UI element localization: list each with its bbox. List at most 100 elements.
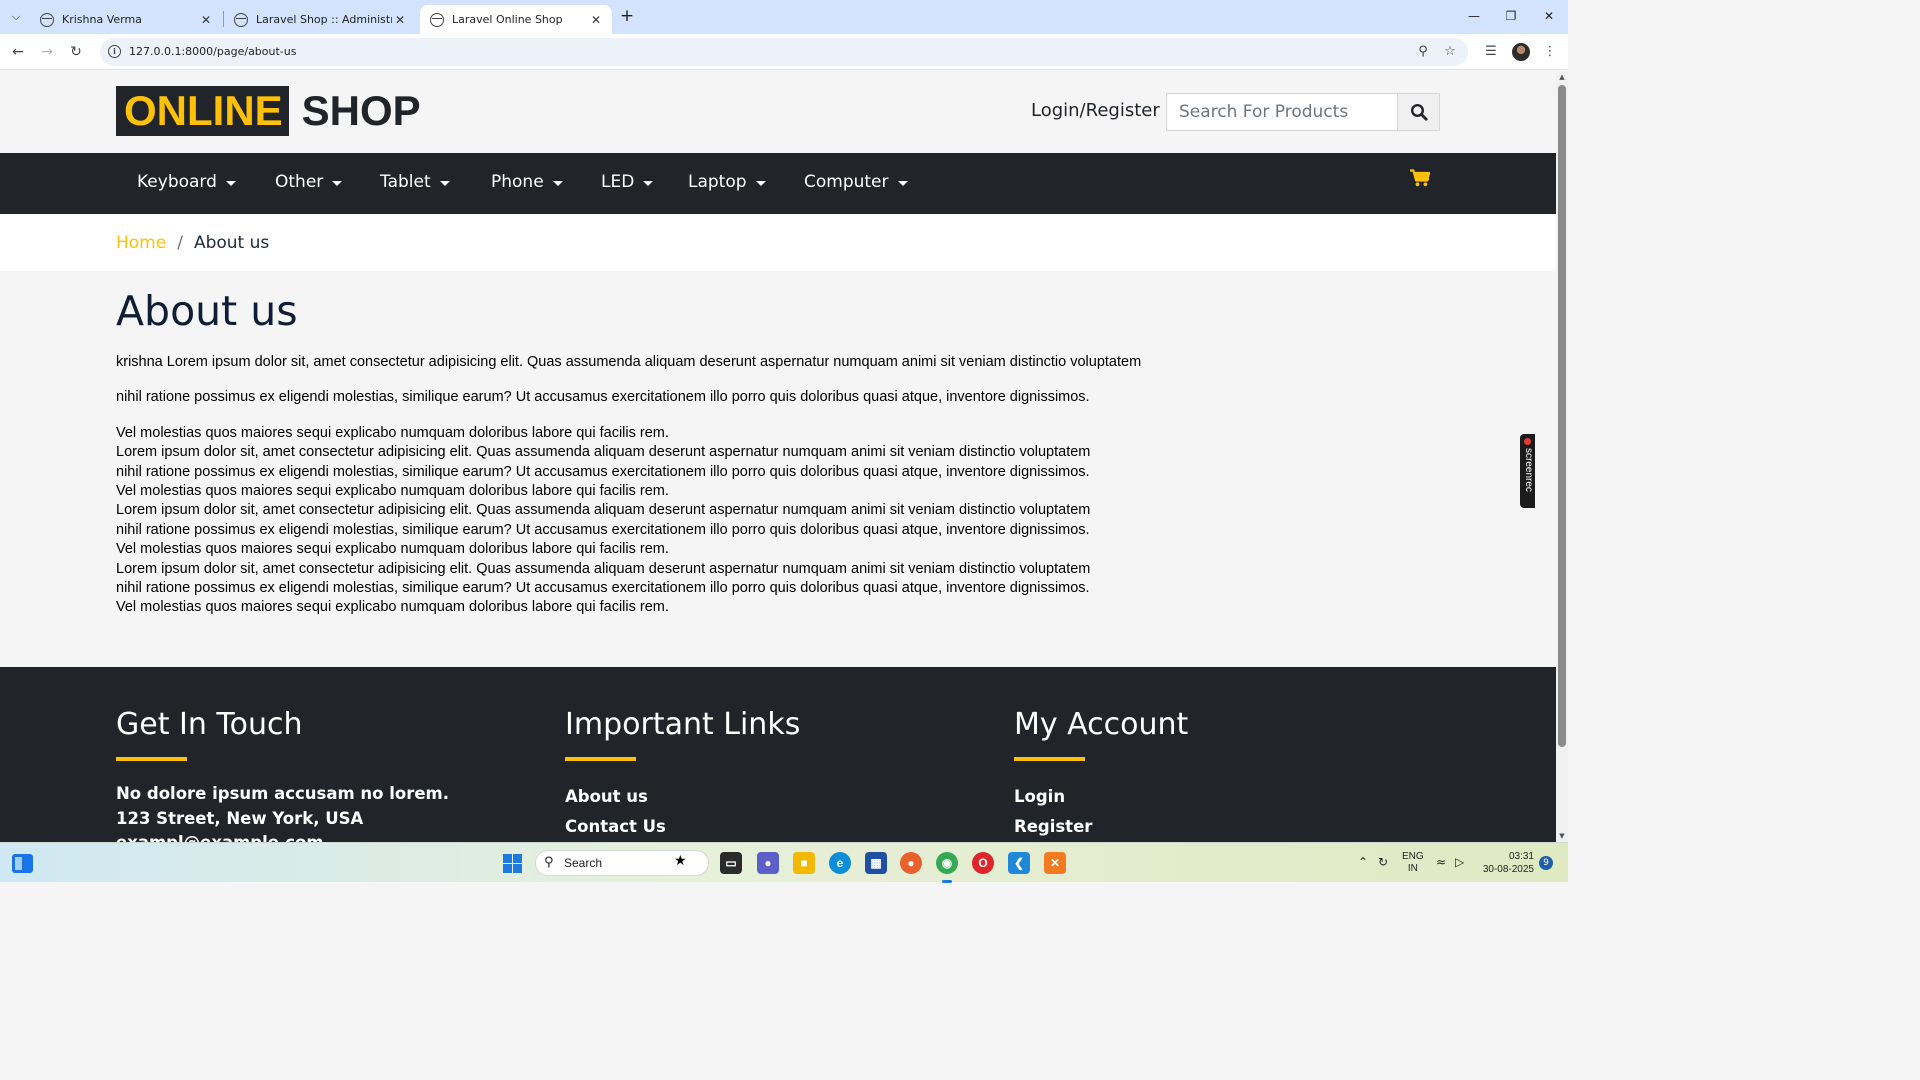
nav-item-other[interactable]: Other <box>275 172 343 192</box>
tab-title: Laravel Online Shop <box>452 13 563 26</box>
footer-link-login[interactable]: Login <box>1014 782 1188 812</box>
nav-item-label: Tablet <box>380 172 431 192</box>
clock-date: 30-08-2025 <box>1482 864 1534 875</box>
site-info-icon[interactable]: i <box>108 45 121 58</box>
cart-icon[interactable] <box>1410 169 1431 191</box>
content-paragraph: krishna Lorem ipsum dolor sit, amet cons… <box>116 354 1142 370</box>
window-close-icon[interactable]: ✕ <box>1537 6 1561 26</box>
caret-down-icon <box>332 180 343 186</box>
nav-item-computer[interactable]: Computer <box>804 172 908 192</box>
footer-address-line: No dolore ipsum accusam no lorem. <box>116 784 450 803</box>
chrome-icon[interactable]: ◉ <box>936 852 958 874</box>
logo-highlight: ONLINE <box>116 86 289 136</box>
footer-my-account: My Account Login Register <box>1014 707 1188 842</box>
address-bar[interactable]: i 127.0.0.1:8000/page/about-us ⚲ ☆ <box>100 38 1468 66</box>
close-icon[interactable]: ✕ <box>392 13 408 27</box>
task-view-icon[interactable]: ▭ <box>720 852 742 874</box>
vscode-icon[interactable]: ❮ <box>1008 852 1030 874</box>
notification-badge[interactable]: 9 <box>1539 856 1553 870</box>
new-tab-plus-icon[interactable]: + <box>618 6 636 26</box>
login-register-link[interactable]: Login/Register <box>1031 100 1160 121</box>
search-input[interactable] <box>1167 94 1397 130</box>
nav-item-label: Phone <box>491 172 544 192</box>
scroll-up-arrow-icon[interactable]: ▲ <box>1558 73 1566 81</box>
caret-down-icon <box>897 180 908 186</box>
footer-email: exampl@example.com <box>116 831 449 842</box>
wifi-icon[interactable]: ≈ <box>1436 855 1446 869</box>
screenrec-widget[interactable]: screenrec <box>1520 434 1535 508</box>
zoom-icon[interactable]: ⚲ <box>1414 43 1432 61</box>
site-footer: Get In Touch No dolore ipsum accusam no … <box>0 667 1556 842</box>
back-arrow-icon[interactable]: ← <box>7 41 29 63</box>
opera-icon[interactable]: O <box>972 852 994 874</box>
tray-chevron-up-icon[interactable]: ⌃ <box>1358 855 1368 869</box>
xampp-icon[interactable]: ✕ <box>1044 852 1066 874</box>
close-icon[interactable]: ✕ <box>198 13 214 27</box>
footer-heading: Get In Touch <box>116 707 303 742</box>
menu-dots-icon[interactable]: ⋮ <box>1540 42 1560 62</box>
caret-down-icon <box>439 180 450 186</box>
restore-icon[interactable]: ❐ <box>1499 6 1523 26</box>
scroll-down-arrow-icon[interactable]: ▼ <box>1558 832 1566 840</box>
windows-taskbar: ⚲ Search ★ ▭ ● ■ e ▦ ● ◉ O ❮ ✕ ⌃ ↻ ENG I… <box>0 842 1568 883</box>
search-highlight-icon: ★ <box>674 853 687 869</box>
page-scrollbar[interactable]: ▲ ▼ <box>1556 71 1568 842</box>
site-logo[interactable]: ONLINE SHOP <box>116 86 421 136</box>
profile-avatar[interactable] <box>1512 43 1530 61</box>
system-clock[interactable]: 03:31 30-08-2025 <box>1478 850 1534 876</box>
nav-item-tablet[interactable]: Tablet <box>380 172 450 192</box>
forward-arrow-icon[interactable]: → <box>36 41 58 63</box>
nav-item-phone[interactable]: Phone <box>491 172 563 192</box>
taskbar-search[interactable]: ⚲ Search ★ <box>535 850 709 876</box>
nav-item-led[interactable]: LED <box>601 172 654 192</box>
category-navbar: Keyboard Other Tablet Phone LED Laptop C… <box>0 153 1556 214</box>
tab-krishna-verma[interactable]: Krishna Verma ✕ <box>30 5 222 34</box>
content-paragraph: Vel molestias quos maiores sequi explica… <box>116 424 1091 616</box>
nav-item-laptop[interactable]: Laptop <box>688 172 766 192</box>
tab-search-chevron-icon[interactable]: ⌵ <box>6 7 26 27</box>
start-button[interactable] <box>503 854 522 873</box>
url-text[interactable]: 127.0.0.1:8000/page/about-us <box>129 45 296 58</box>
logo-text: SHOP <box>301 87 421 134</box>
breadcrumb-home-link[interactable]: Home <box>116 233 166 253</box>
content-paragraph: nihil ratione possimus ex eligendi moles… <box>116 389 1090 406</box>
footer-link-register[interactable]: Register <box>1014 812 1188 842</box>
region-code: IN <box>1407 863 1418 874</box>
scrollbar-thumb[interactable] <box>1558 85 1566 747</box>
page-content: krishna Lorem ipsum dolor sit, amet cons… <box>116 353 1216 618</box>
bookmark-star-icon[interactable]: ☆ <box>1441 43 1459 61</box>
search-icon: ⚲ <box>544 855 554 870</box>
page-title: About us <box>116 287 298 335</box>
sync-icon[interactable]: ↻ <box>1378 855 1388 869</box>
minimize-icon[interactable]: — <box>1462 6 1486 26</box>
file-explorer-icon[interactable]: ■ <box>793 852 815 874</box>
footer-link-about-us[interactable]: About us <box>565 782 800 812</box>
language-indicator[interactable]: ENG IN <box>1402 851 1424 875</box>
caret-down-icon <box>552 180 563 186</box>
globe-icon <box>40 12 54 27</box>
tab-laravel-online-shop[interactable]: Laravel Online Shop ✕ <box>420 5 612 34</box>
store-icon[interactable]: ▦ <box>865 852 887 874</box>
globe-icon <box>234 12 248 27</box>
search-field[interactable] <box>1166 93 1398 131</box>
firefox-icon[interactable]: ● <box>900 852 922 874</box>
nav-item-keyboard[interactable]: Keyboard <box>137 172 236 192</box>
footer-link-contact-us[interactable]: Contact Us <box>565 812 800 842</box>
page-viewport: ONLINE SHOP Login/Register Keyboard Othe… <box>0 71 1556 842</box>
search-icon <box>1410 103 1428 121</box>
media-controls-icon[interactable]: ☰ <box>1481 42 1501 62</box>
teams-chat-icon[interactable]: ● <box>757 852 779 874</box>
record-dot-icon <box>1524 438 1531 445</box>
speaker-muted-icon[interactable]: ▷ <box>1455 855 1464 869</box>
footer-important-links: Important Links About us Contact Us <box>565 707 800 842</box>
edge-icon[interactable]: e <box>829 852 851 874</box>
search-button[interactable] <box>1397 93 1440 131</box>
breadcrumb-current: About us <box>193 233 270 253</box>
close-icon[interactable]: ✕ <box>588 13 604 27</box>
footer-address-line: 123 Street, New York, USA <box>116 808 364 828</box>
tab-laravel-admin[interactable]: Laravel Shop :: Administrative P ✕ <box>224 5 416 34</box>
nav-item-label: Other <box>275 172 324 192</box>
language-code: ENG <box>1402 851 1424 862</box>
reload-icon[interactable]: ↻ <box>65 41 87 63</box>
widgets-icon[interactable] <box>12 854 33 873</box>
